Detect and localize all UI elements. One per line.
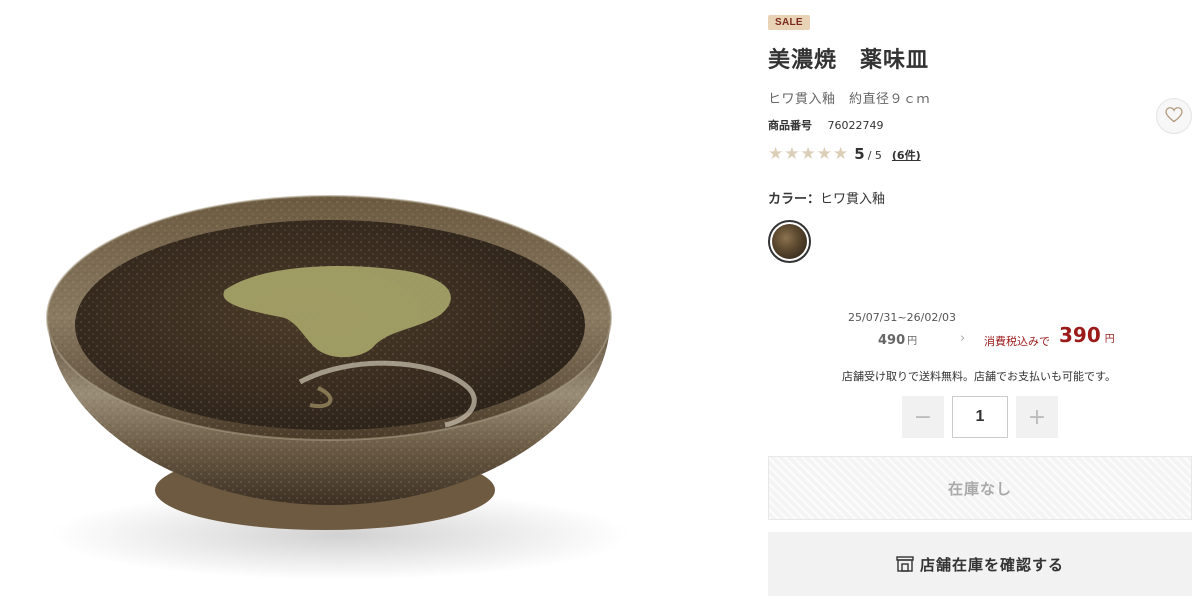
product-image [0,0,680,608]
product-title: 美濃焼 薬味皿 [768,48,930,73]
product-photo [46,195,630,580]
product-info: SALE 美濃焼 薬味皿 ヒワ貫入釉 約直径９ｃｍ 商品番号 76022749 … [768,0,1200,608]
color-label: カラー： [768,192,821,207]
quantity-increase-button[interactable]: + [1016,396,1058,438]
star-icon: ★ [768,144,784,164]
color-swatch[interactable] [768,220,811,263]
out-of-stock-button: 在庫なし [768,456,1192,520]
star-icon: ★ [800,144,816,164]
color-value: ヒワ貫入釉 [820,192,886,207]
rating-score: 5 [854,145,865,163]
product-number: 商品番号 76022749 [768,117,884,133]
tax-included-label: 消費税込みで [984,335,1050,348]
review-count-link[interactable]: (6件) [892,147,921,163]
rating: ★ ★ ★ ★ ★ 5 / 5 (6件) [768,144,921,164]
shipping-note: 店舗受け取りで送料無料。店舗でお支払いも可能です。 [842,370,1116,383]
product-subtitle: ヒワ貫入釉 約直径９ｃｍ [768,92,931,107]
star-icon: ★ [833,144,849,164]
favorite-button[interactable] [1156,98,1192,134]
store-stock-label: 店舗在庫を確認する [919,555,1064,574]
sale-badge: SALE [768,15,810,30]
product-number-value: 76022749 [827,119,884,132]
store-icon [896,556,914,572]
swatch-image [772,224,807,259]
chevron-right-icon: › [960,331,966,346]
star-icon: ★ [784,144,800,164]
quantity-input[interactable] [952,396,1008,438]
product-number-label: 商品番号 [768,119,812,132]
color-selection: カラー：ヒワ貫入釉 [768,188,885,207]
star-rating: ★ ★ ★ ★ ★ [768,144,848,164]
original-price-value: 490 [878,333,906,348]
sale-period: 25/07/31~26/02/03 [848,311,957,324]
rating-max: / 5 [867,149,882,162]
original-price: 490 円 [878,332,917,348]
product-page: SALE 美濃焼 薬味皿 ヒワ貫入釉 約直径９ｃｍ 商品番号 76022749 … [0,0,1200,608]
heart-icon [1165,106,1183,126]
original-price-unit: 円 [907,336,918,347]
sale-price-value: 390 [1059,323,1101,347]
sale-price-unit: 円 [1104,334,1115,345]
star-icon: ★ [816,144,832,164]
check-store-stock-button[interactable]: 店舗在庫を確認する [768,532,1192,596]
quantity-decrease-button[interactable]: − [902,396,944,438]
sale-price: 390 円 [1059,323,1115,347]
